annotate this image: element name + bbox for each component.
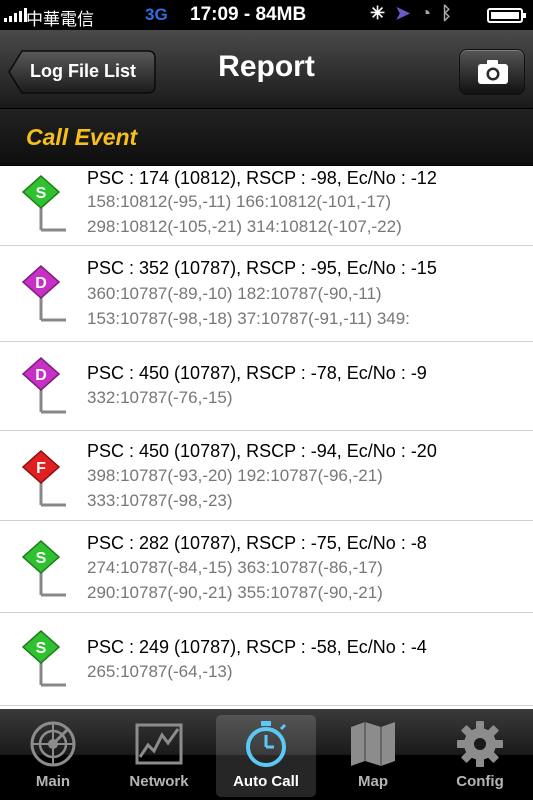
event-neighbors: 332:10787(-76,-15) <box>87 388 233 407</box>
location-arrow-icon: ➤ <box>395 3 411 23</box>
pin-letter: S <box>36 185 47 202</box>
network-graph-icon <box>135 723 183 765</box>
event-primary: PSC : 450 (10787), RSCP : -94, Ec/No : -… <box>87 441 437 461</box>
pin-letter: S <box>36 550 47 567</box>
fail-pin-icon: F <box>22 449 66 507</box>
stopwatch-icon <box>246 721 287 767</box>
event-row[interactable]: F PSC : 450 (10787), RSCP : -94, Ec/No :… <box>0 431 533 521</box>
status-time: 17:09 - 84MB <box>190 4 307 25</box>
pin-letter: S <box>36 640 47 657</box>
pin-letter: D <box>35 275 47 292</box>
event-neighbors: 290:10787(-90,-21) 355:10787(-90,-21) <box>87 583 383 602</box>
radar-icon <box>30 721 76 767</box>
tab-label: Config <box>456 773 504 790</box>
camera-button[interactable] <box>459 49 525 95</box>
camera-icon <box>478 60 508 84</box>
event-neighbors: 298:10812(-105,-21) 314:10812(-107,-22) <box>87 217 402 236</box>
event-neighbors: 333:10787(-98,-23) <box>87 491 233 510</box>
tab-label: Auto Call <box>233 773 299 790</box>
navigation-bar: Log File List Report <box>0 30 533 109</box>
event-neighbors: 153:10787(-98,-18) 37:10787(-91,-11) 349… <box>87 309 410 328</box>
activity-spinner-icon: ✳ <box>370 3 386 23</box>
network-type: 3G <box>145 5 168 24</box>
bluetooth-icon: ᛒ <box>441 3 452 23</box>
event-row[interactable]: S PSC : 249 (10787), RSCP : -58, Ec/No :… <box>0 613 533 706</box>
event-neighbors: 158:10812(-95,-11) 166:10812(-101,-17) <box>87 192 392 211</box>
status-bar: 中華電信 3G 17:09 - 84MB ✳ ➤ ◔ ᛒ <box>0 0 533 30</box>
tab-label: Main <box>35 773 71 790</box>
event-row[interactable]: D PSC : 450 (10787), RSCP : -78, Ec/No :… <box>0 342 533 431</box>
pin-letter: D <box>35 367 47 384</box>
section-header: Call Event <box>0 109 533 167</box>
tab-label: Map <box>358 773 388 790</box>
map-icon <box>351 722 395 766</box>
tab-main[interactable]: Main <box>3 715 103 797</box>
gear-icon <box>457 721 503 767</box>
call-event-list[interactable]: S PSC : 174 (10812), RSCP : -98, Ec/No :… <box>0 166 533 706</box>
event-primary: PSC : 352 (10787), RSCP : -95, Ec/No : -… <box>87 258 437 278</box>
clock-icon: ◔ <box>420 3 432 23</box>
tab-auto-call[interactable]: Auto Call <box>216 715 316 797</box>
event-neighbors: 265:10787(-64,-13) <box>87 662 233 681</box>
tab-bar: Main Network Auto Call Map Config <box>0 709 533 800</box>
pin-letter: F <box>36 460 46 477</box>
tab-map[interactable]: Map <box>323 715 423 797</box>
event-primary: PSC : 282 (10787), RSCP : -75, Ec/No : -… <box>87 533 427 553</box>
event-row[interactable]: S PSC : 174 (10812), RSCP : -98, Ec/No :… <box>0 166 533 246</box>
start-pin-icon: S <box>22 174 66 232</box>
event-primary: PSC : 249 (10787), RSCP : -58, Ec/No : -… <box>87 637 427 657</box>
event-primary: PSC : 450 (10787), RSCP : -78, Ec/No : -… <box>87 363 427 383</box>
event-neighbors: 274:10787(-84,-15) 363:10787(-86,-17) <box>87 558 383 577</box>
carrier-name: 中華電信 <box>26 10 94 29</box>
page-title: Report <box>218 50 315 83</box>
event-row[interactable]: D PSC : 352 (10787), RSCP : -95, Ec/No :… <box>0 246 533 342</box>
signal-strength-icon <box>4 8 27 22</box>
tab-network[interactable]: Network <box>109 715 209 797</box>
drop-pin-icon: D <box>22 264 66 322</box>
event-neighbors: 360:10787(-89,-10) 182:10787(-90,-11) <box>87 284 382 303</box>
tab-label: Network <box>129 773 189 790</box>
battery-icon <box>487 8 526 23</box>
section-title: Call Event <box>26 124 138 150</box>
drop-pin-icon: D <box>22 356 66 414</box>
start-pin-icon: S <box>22 539 66 597</box>
event-primary: PSC : 174 (10812), RSCP : -98, Ec/No : -… <box>87 168 437 188</box>
tab-config[interactable]: Config <box>430 715 530 797</box>
event-neighbors: 398:10787(-93,-20) 192:10787(-96,-21) <box>87 466 383 485</box>
event-row[interactable]: S PSC : 282 (10787), RSCP : -75, Ec/No :… <box>0 521 533 613</box>
start-pin-icon: S <box>22 629 66 687</box>
